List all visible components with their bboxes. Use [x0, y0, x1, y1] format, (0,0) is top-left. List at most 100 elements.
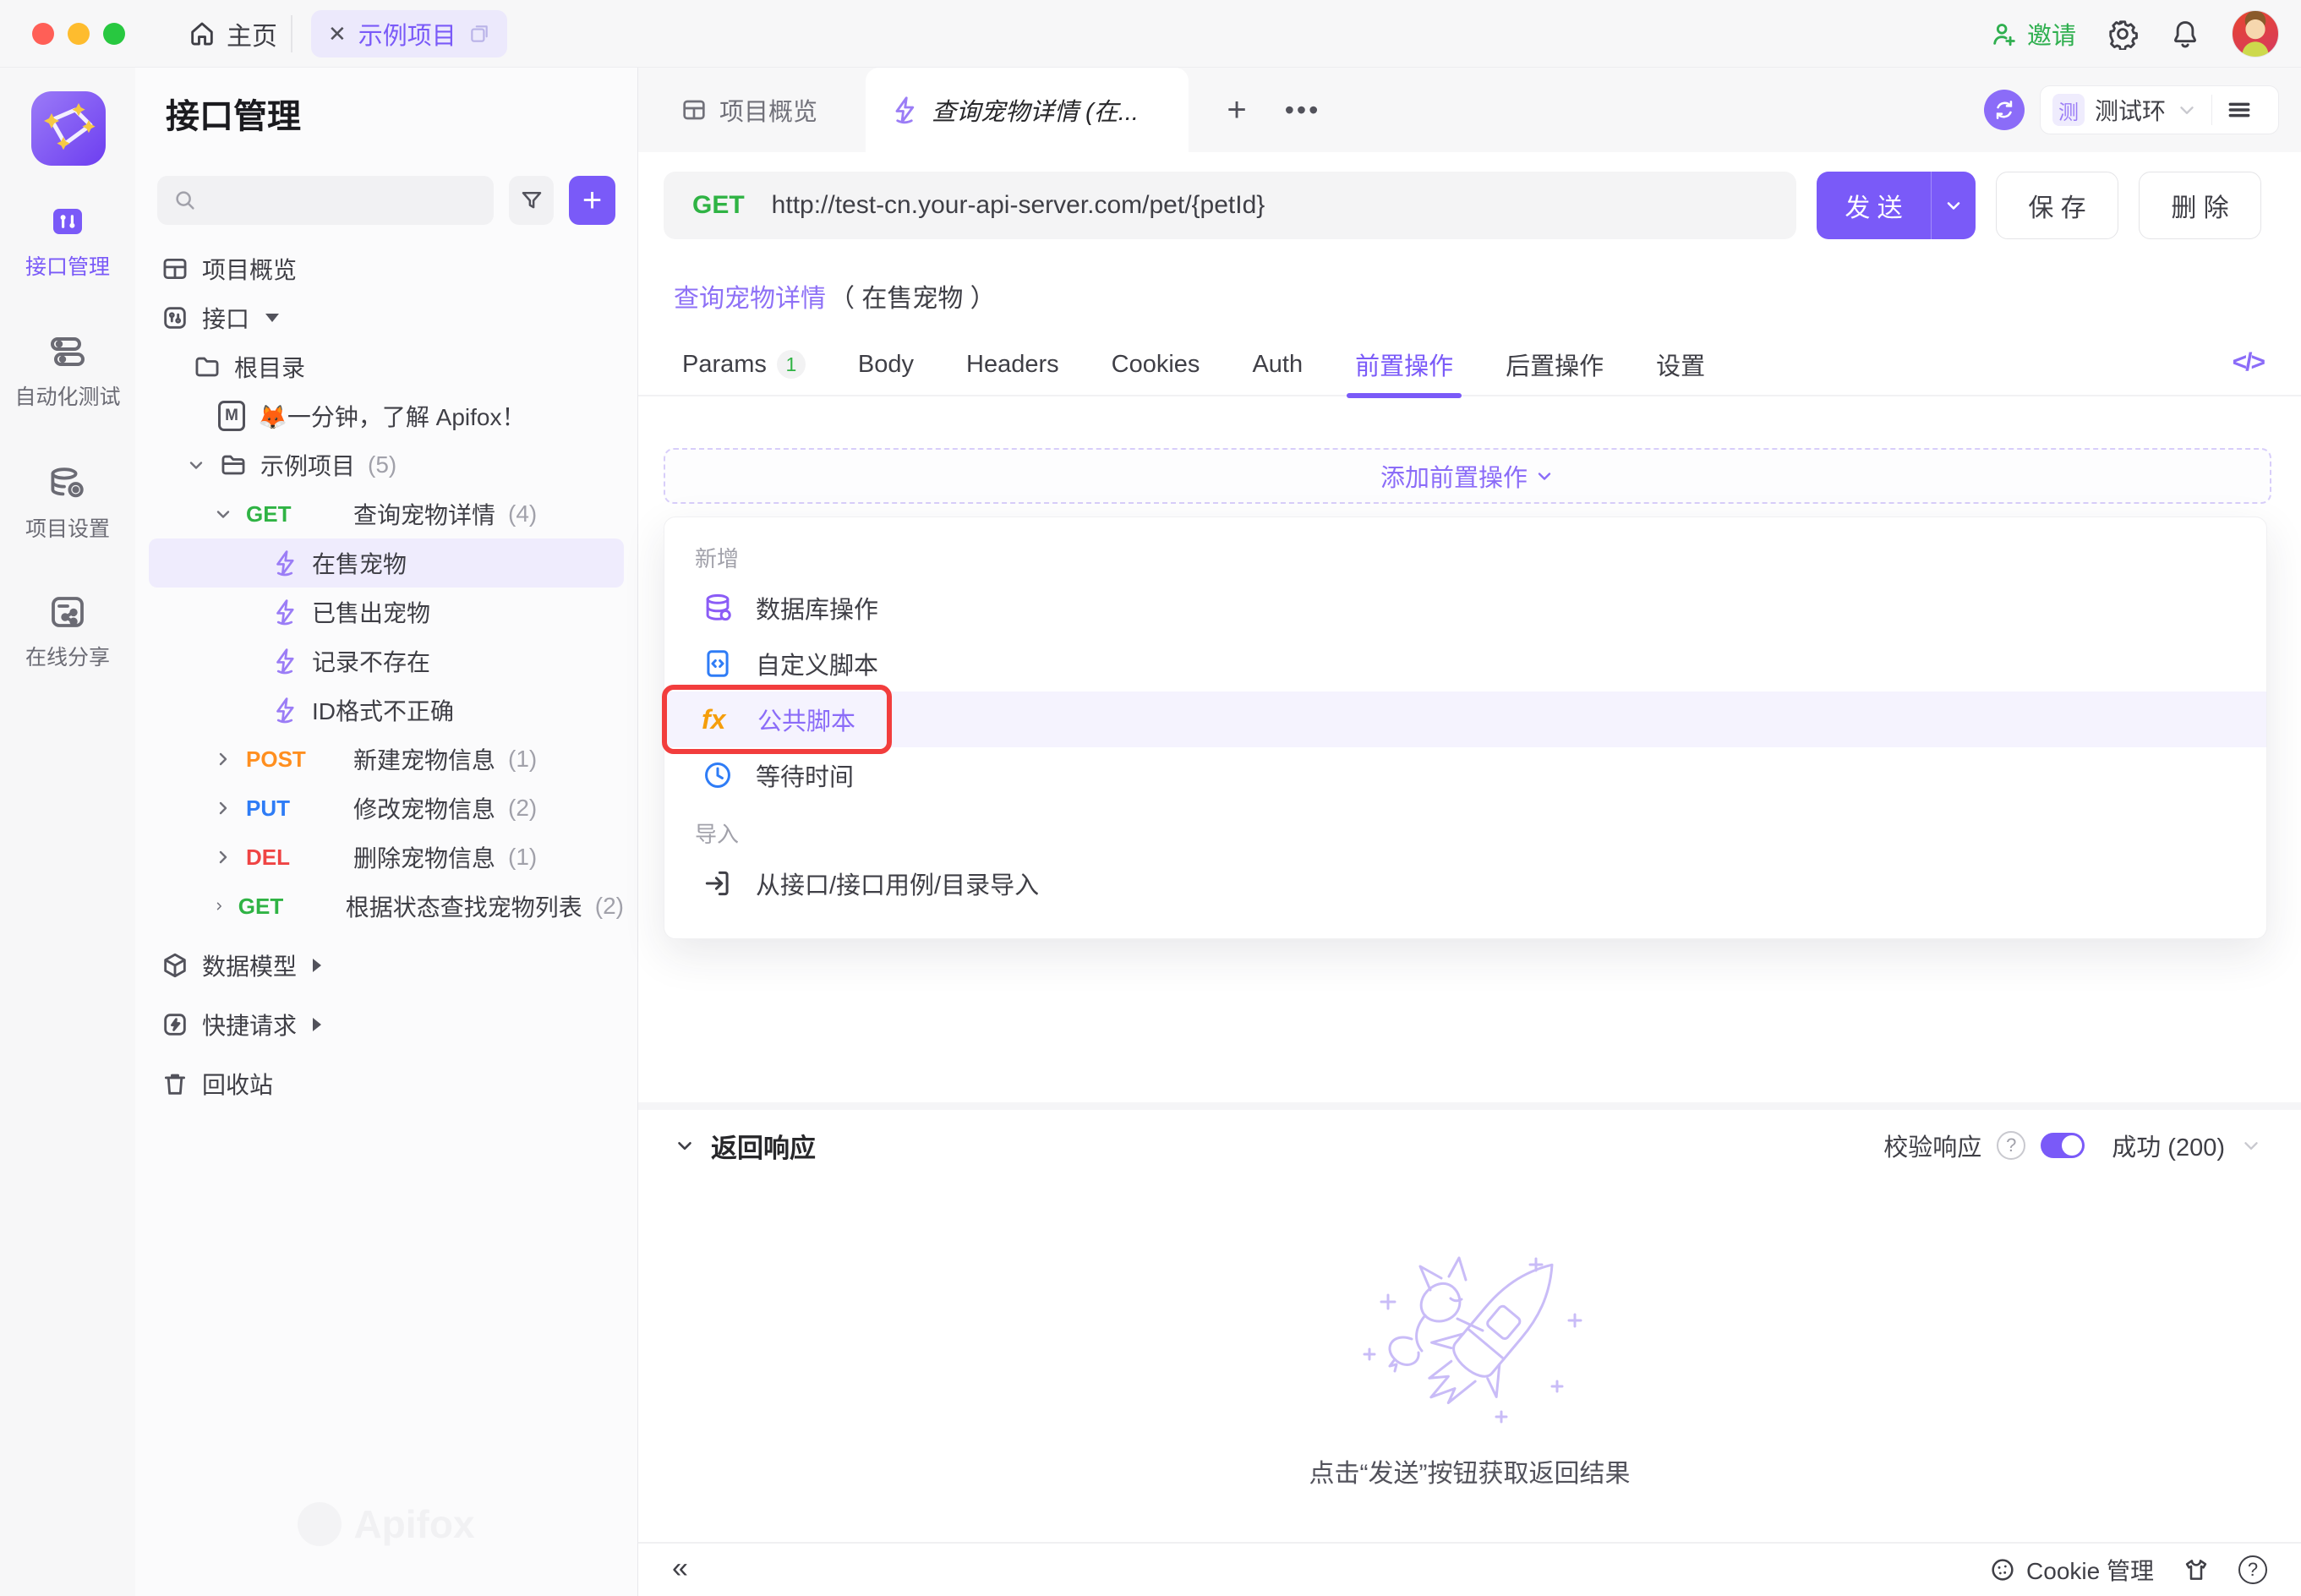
fx-function-icon: fx	[702, 704, 735, 735]
project-tab[interactable]: ✕ 示例项目	[311, 10, 507, 57]
tab-body[interactable]: Body	[858, 351, 914, 379]
tab-headers[interactable]: Headers	[966, 351, 1059, 379]
tree-case-record-missing[interactable]: 记录不存在	[149, 637, 624, 686]
tab-active-pet-detail[interactable]: 查询宠物详情 (在...	[866, 68, 1189, 152]
rail-item-automated-testing[interactable]: 自动化测试	[0, 331, 135, 411]
apifox-logo[interactable]	[31, 91, 106, 166]
response-collapse-toggle[interactable]: 返回响应	[674, 1120, 816, 1171]
rail-item-online-sharing[interactable]: 在线分享	[0, 592, 135, 671]
tree-case-sold-pet[interactable]: 已售出宠物	[149, 588, 624, 637]
more-tabs-button[interactable]: •••	[1281, 88, 1325, 132]
delete-button[interactable]: 删 除	[2139, 172, 2261, 239]
sidebar-title: 接口管理	[166, 93, 637, 140]
add-pre-operation-button[interactable]: 添加前置操作	[664, 448, 2271, 504]
tree-item-count: (5)	[368, 451, 396, 478]
tree-api-get-pet-detail[interactable]: GET 查询宠物详情 (4)	[149, 489, 624, 538]
tree-doc-intro[interactable]: M 🦊一分钟，了解 Apifox！	[149, 391, 624, 440]
response-controls: 校验响应 ? 成功 (200)	[1883, 1120, 2262, 1171]
sync-icon	[1992, 98, 2016, 122]
add-new-button[interactable]: +	[569, 176, 615, 225]
search-icon	[172, 188, 198, 213]
method-chip: PUT	[246, 795, 341, 822]
tree-api-post-create-pet[interactable]: POST 新建宠物信息 (1)	[149, 735, 624, 784]
sidebar-item-quick-request[interactable]: 快捷请求	[149, 1000, 624, 1049]
request-url-input[interactable]: GET http://test-cn.your-api-server.com/p…	[664, 172, 1796, 239]
tab-label: Cookies	[1112, 351, 1200, 379]
footer-right: Cookie 管理 ?	[1989, 1544, 2267, 1596]
quick-request-label: 快捷请求	[202, 1008, 297, 1041]
tab-cookies[interactable]: Cookies	[1112, 351, 1200, 379]
menu-item-database-operation[interactable]: 数据库操作	[664, 580, 2266, 636]
invite-button[interactable]: 邀请	[1990, 16, 2076, 52]
tree-item-count: (1)	[508, 746, 537, 773]
cookie-manager-button[interactable]: Cookie 管理	[1989, 1553, 2154, 1587]
user-avatar[interactable]	[2232, 10, 2279, 57]
sync-button[interactable]	[1984, 90, 2025, 130]
tab-settings[interactable]: 设置	[1656, 347, 1705, 382]
sidebar-group-api[interactable]: 接口	[149, 293, 624, 342]
tree-api-get-find-by-status[interactable]: GET 根据状态查找宠物列表 (2)	[149, 882, 624, 931]
settings-gear-icon[interactable]	[2107, 18, 2139, 50]
window-close-button[interactable]	[32, 23, 54, 45]
tree-case-bad-id-format[interactable]: ID格式不正确	[149, 686, 624, 735]
send-button[interactable]: 发 送	[1817, 172, 1976, 239]
tab-label: Body	[858, 351, 914, 379]
tree-api-del-delete-pet[interactable]: DEL 删除宠物信息 (1)	[149, 833, 624, 882]
response-status-select[interactable]: 成功 (200)	[2112, 1128, 2225, 1163]
code-view-icon[interactable]: </>	[2233, 348, 2264, 377]
menu-item-import-from-api[interactable]: 从接口/接口用例/目录导入	[664, 855, 2266, 911]
window-minimize-button[interactable]	[68, 23, 90, 45]
tab-params[interactable]: Params 1	[682, 350, 806, 379]
cookie-manager-label: Cookie 管理	[2026, 1553, 2154, 1587]
window-zoom-button[interactable]	[103, 23, 125, 45]
menu-item-public-script[interactable]: fx 公共脚本	[664, 691, 2266, 747]
tab-auth[interactable]: Auth	[1252, 351, 1303, 379]
filter-button[interactable]	[509, 176, 554, 225]
tree-case-on-sale-pet[interactable]: 在售宠物	[149, 538, 624, 588]
notifications-bell-icon[interactable]	[2169, 18, 2201, 50]
rail-item-project-settings[interactable]: 项目设置	[0, 463, 135, 543]
close-icon[interactable]: ✕	[328, 21, 347, 47]
sidebar-item-data-model[interactable]: 数据模型	[149, 941, 624, 990]
environment-selector[interactable]: 测 测试环	[2040, 85, 2279, 134]
menu-hamburger-icon[interactable]	[2226, 96, 2253, 123]
api-group-label: 接口	[202, 301, 249, 335]
project-tab-label: 示例项目	[358, 16, 456, 52]
chevron-right-icon	[213, 896, 226, 916]
menu-item-wait-time[interactable]: 等待时间	[664, 747, 2266, 803]
validate-response-toggle[interactable]	[2041, 1133, 2085, 1158]
sidebar-item-trash[interactable]: 回收站	[149, 1059, 624, 1108]
method-chip: GET	[238, 894, 333, 920]
footer-bar: « Cookie 管理 ?	[638, 1542, 2301, 1596]
tab-project-overview[interactable]: 项目概览	[680, 68, 817, 152]
trash-icon	[161, 1069, 189, 1098]
watermark-text: Apifox	[353, 1501, 474, 1547]
environment-name: 测试环	[2095, 93, 2166, 127]
chevron-down-icon	[1534, 466, 1555, 486]
tree-api-put-update-pet[interactable]: PUT 修改宠物信息 (2)	[149, 784, 624, 833]
sidebar-item-overview[interactable]: 项目概览	[149, 244, 624, 293]
tab-label: 查询宠物详情 (在...	[932, 92, 1139, 128]
tree-item-label: 记录不存在	[312, 644, 430, 678]
theme-shirt-icon[interactable]	[2183, 1556, 2210, 1583]
rail-item-api-management[interactable]: 接口管理	[0, 201, 135, 281]
collapse-sidebar-icon[interactable]: «	[672, 1552, 688, 1585]
markdown-doc-icon: M	[218, 401, 245, 431]
api-name-link[interactable]: 查询宠物详情	[674, 277, 826, 314]
tab-post-operations[interactable]: 后置操作	[1506, 347, 1604, 382]
menu-item-custom-script[interactable]: 自定义脚本	[664, 636, 2266, 691]
tab-pre-operations[interactable]: 前置操作	[1355, 347, 1453, 382]
new-tab-button[interactable]: +	[1215, 88, 1259, 132]
menu-item-label: 等待时间	[756, 757, 854, 793]
home-tab[interactable]: 主页	[188, 0, 277, 68]
help-icon[interactable]: ?	[2238, 1555, 2267, 1584]
response-header: 返回响应 校验响应 ? 成功 (200)	[638, 1120, 2301, 1171]
send-options-caret[interactable]	[1932, 195, 1976, 216]
search-input[interactable]	[157, 176, 494, 225]
tree-folder-root[interactable]: 根目录	[149, 342, 624, 391]
help-icon[interactable]: ?	[1997, 1131, 2025, 1160]
apifox-app-window: 主页 ✕ 示例项目 邀请	[0, 0, 2301, 1596]
tree-folder-sample-project[interactable]: 示例项目 (5)	[149, 440, 624, 489]
external-link-icon	[468, 23, 490, 45]
save-button[interactable]: 保 存	[1996, 172, 2118, 239]
